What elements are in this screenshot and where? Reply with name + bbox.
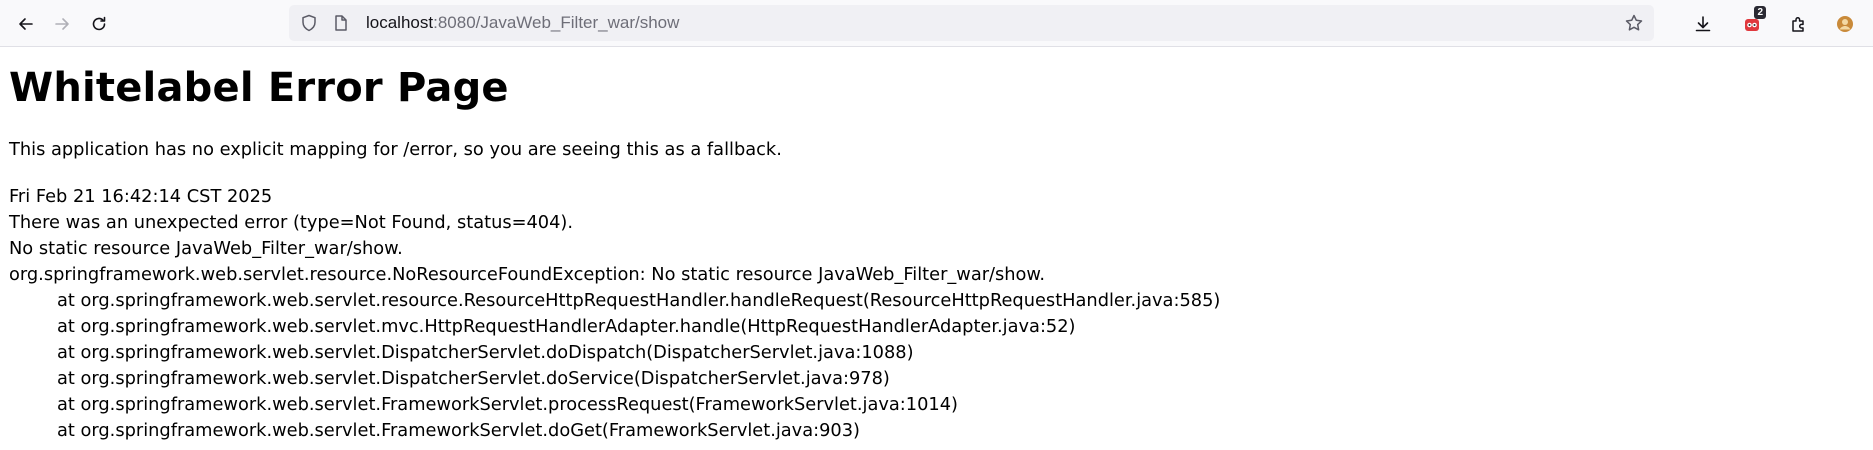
error-details: Fri Feb 21 16:42:14 CST 2025 There was a… [9,184,1864,444]
profile-button[interactable] [1829,8,1861,40]
page-info-icon[interactable] [332,14,350,32]
error-status-line: There was an unexpected error (type=Not … [9,212,574,233]
url-text[interactable]: localhost:8080/JavaWeb_Filter_war/show [366,13,679,33]
profile-icon [1837,16,1853,32]
address-bar[interactable]: localhost:8080/JavaWeb_Filter_war/show [289,5,1654,41]
page-title: Whitelabel Error Page [9,65,509,111]
reload-icon [92,16,106,31]
error-page-content: Whitelabel Error Page This application h… [0,47,1873,444]
stack-trace-line: at org.springframework.web.servlet.Dispa… [57,368,890,389]
extensions-menu-button[interactable] [1783,8,1815,40]
extension-button[interactable]: 2 [1736,6,1768,40]
exception-line: org.springframework.web.servlet.resource… [9,264,1045,285]
stack-trace-line: at org.springframework.web.servlet.Dispa… [57,342,914,363]
fallback-message: This application has no explicit mapping… [9,139,782,160]
url-path: :8080/JavaWeb_Filter_war/show [433,13,680,32]
arrow-left-icon [19,18,33,30]
error-detail: No static resource JavaWeb_Filter_war/sh… [9,238,403,259]
arrow-right-icon [55,18,69,30]
star-icon[interactable] [1624,13,1644,33]
shield-icon[interactable] [299,13,319,33]
reload-button[interactable] [83,8,115,40]
browser-toolbar: localhost:8080/JavaWeb_Filter_war/show 2 [0,0,1873,47]
stack-trace-line: at org.springframework.web.servlet.Frame… [57,420,860,441]
downloads-button[interactable] [1687,8,1719,40]
back-button[interactable] [10,8,42,40]
extension-badge: 2 [1754,6,1766,19]
puzzle-icon [1792,16,1804,32]
forward-button[interactable] [46,8,78,40]
url-host: localhost [366,13,434,32]
timestamp: Fri Feb 21 16:42:14 CST 2025 [9,186,273,207]
stack-trace-line: at org.springframework.web.servlet.resou… [57,290,1221,311]
download-icon [1695,16,1711,32]
stack-trace-line: at org.springframework.web.servlet.Frame… [57,394,958,415]
stack-trace-line: at org.springframework.web.servlet.mvc.H… [57,316,1076,337]
